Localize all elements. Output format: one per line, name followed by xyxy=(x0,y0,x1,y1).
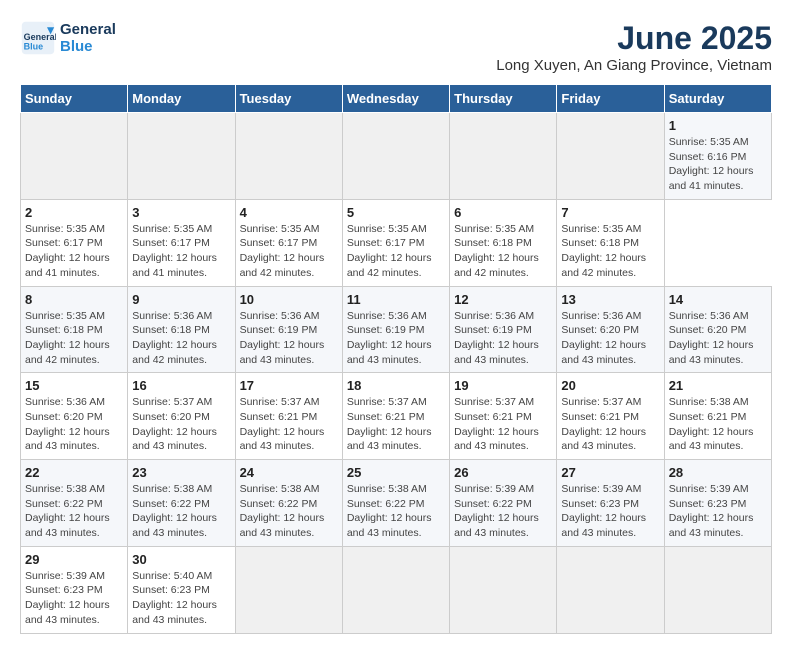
day-cell: 4 Sunrise: 5:35 AMSunset: 6:17 PMDayligh… xyxy=(235,199,342,286)
empty-cell xyxy=(557,113,664,200)
logo-blue: Blue xyxy=(60,38,116,55)
day-cell: 6 Sunrise: 5:35 AMSunset: 6:18 PMDayligh… xyxy=(450,199,557,286)
day-cell: 11 Sunrise: 5:36 AMSunset: 6:19 PMDaylig… xyxy=(342,286,449,373)
day-cell: 26 Sunrise: 5:39 AMSunset: 6:22 PMDaylig… xyxy=(450,460,557,547)
empty-cell xyxy=(21,113,128,200)
day-cell: 21 Sunrise: 5:38 AMSunset: 6:21 PMDaylig… xyxy=(664,373,771,460)
calendar-table: Sunday Monday Tuesday Wednesday Thursday… xyxy=(20,84,772,634)
day-cell: 25 Sunrise: 5:38 AMSunset: 6:22 PMDaylig… xyxy=(342,460,449,547)
calendar-subtitle: Long Xuyen, An Giang Province, Vietnam xyxy=(496,57,772,74)
day-cell: 29 Sunrise: 5:39 AMSunset: 6:23 PMDaylig… xyxy=(21,546,128,633)
day-cell: 30 Sunrise: 5:40 AMSunset: 6:23 PMDaylig… xyxy=(128,546,235,633)
title-block: June 2025 Long Xuyen, An Giang Province,… xyxy=(496,20,772,74)
col-thursday: Thursday xyxy=(450,85,557,113)
day-cell: 15 Sunrise: 5:36 AMSunset: 6:20 PMDaylig… xyxy=(21,373,128,460)
empty-cell xyxy=(342,546,449,633)
empty-cell xyxy=(557,546,664,633)
svg-text:Blue: Blue xyxy=(24,42,44,52)
day-cell: 28 Sunrise: 5:39 AMSunset: 6:23 PMDaylig… xyxy=(664,460,771,547)
empty-cell xyxy=(128,113,235,200)
day-cell: 18 Sunrise: 5:37 AMSunset: 6:21 PMDaylig… xyxy=(342,373,449,460)
day-cell: 5 Sunrise: 5:35 AMSunset: 6:17 PMDayligh… xyxy=(342,199,449,286)
day-cell: 2 Sunrise: 5:35 AMSunset: 6:17 PMDayligh… xyxy=(21,199,128,286)
day-cell: 12 Sunrise: 5:36 AMSunset: 6:19 PMDaylig… xyxy=(450,286,557,373)
day-cell: 1 Sunrise: 5:35 AMSunset: 6:16 PMDayligh… xyxy=(664,113,771,200)
logo-icon: General Blue xyxy=(20,20,56,56)
day-cell: 8 Sunrise: 5:35 AMSunset: 6:18 PMDayligh… xyxy=(21,286,128,373)
day-cell: 24 Sunrise: 5:38 AMSunset: 6:22 PMDaylig… xyxy=(235,460,342,547)
logo: General Blue General Blue xyxy=(20,20,116,56)
day-cell: 7 Sunrise: 5:35 AMSunset: 6:18 PMDayligh… xyxy=(557,199,664,286)
empty-cell xyxy=(235,113,342,200)
day-cell: 10 Sunrise: 5:36 AMSunset: 6:19 PMDaylig… xyxy=(235,286,342,373)
empty-cell xyxy=(235,546,342,633)
table-row: 8 Sunrise: 5:35 AMSunset: 6:18 PMDayligh… xyxy=(21,286,772,373)
empty-cell xyxy=(450,113,557,200)
col-wednesday: Wednesday xyxy=(342,85,449,113)
day-cell: 16 Sunrise: 5:37 AMSunset: 6:20 PMDaylig… xyxy=(128,373,235,460)
table-row: 15 Sunrise: 5:36 AMSunset: 6:20 PMDaylig… xyxy=(21,373,772,460)
col-tuesday: Tuesday xyxy=(235,85,342,113)
day-cell: 23 Sunrise: 5:38 AMSunset: 6:22 PMDaylig… xyxy=(128,460,235,547)
table-row: 22 Sunrise: 5:38 AMSunset: 6:22 PMDaylig… xyxy=(21,460,772,547)
table-row: 2 Sunrise: 5:35 AMSunset: 6:17 PMDayligh… xyxy=(21,199,772,286)
day-cell: 13 Sunrise: 5:36 AMSunset: 6:20 PMDaylig… xyxy=(557,286,664,373)
day-cell: 17 Sunrise: 5:37 AMSunset: 6:21 PMDaylig… xyxy=(235,373,342,460)
day-cell: 14 Sunrise: 5:36 AMSunset: 6:20 PMDaylig… xyxy=(664,286,771,373)
empty-cell xyxy=(450,546,557,633)
col-saturday: Saturday xyxy=(664,85,771,113)
calendar-title: June 2025 xyxy=(496,20,772,57)
col-friday: Friday xyxy=(557,85,664,113)
empty-cell xyxy=(342,113,449,200)
day-cell: 9 Sunrise: 5:36 AMSunset: 6:18 PMDayligh… xyxy=(128,286,235,373)
day-cell: 19 Sunrise: 5:37 AMSunset: 6:21 PMDaylig… xyxy=(450,373,557,460)
day-cell: 22 Sunrise: 5:38 AMSunset: 6:22 PMDaylig… xyxy=(21,460,128,547)
day-cell: 27 Sunrise: 5:39 AMSunset: 6:23 PMDaylig… xyxy=(557,460,664,547)
table-row: 29 Sunrise: 5:39 AMSunset: 6:23 PMDaylig… xyxy=(21,546,772,633)
col-sunday: Sunday xyxy=(21,85,128,113)
col-monday: Monday xyxy=(128,85,235,113)
table-row: 1 Sunrise: 5:35 AMSunset: 6:16 PMDayligh… xyxy=(21,113,772,200)
day-cell: 20 Sunrise: 5:37 AMSunset: 6:21 PMDaylig… xyxy=(557,373,664,460)
empty-cell xyxy=(664,546,771,633)
day-cell: 3 Sunrise: 5:35 AMSunset: 6:17 PMDayligh… xyxy=(128,199,235,286)
logo-general: General xyxy=(60,21,116,38)
